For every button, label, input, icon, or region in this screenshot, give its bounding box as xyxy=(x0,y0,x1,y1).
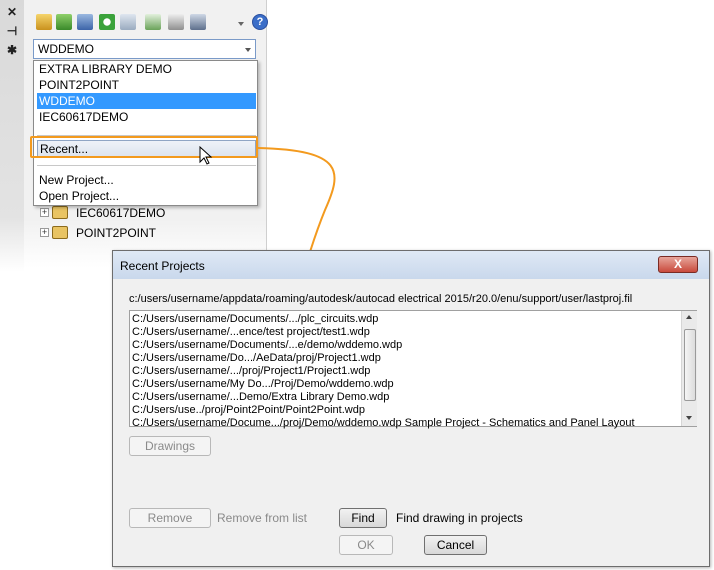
scroll-down-icon[interactable] xyxy=(686,416,692,420)
recent-projects-list[interactable]: C:/Users/username/Documents/.../plc_circ… xyxy=(129,310,697,430)
find-description: Find drawing in projects xyxy=(396,511,523,525)
list-item[interactable]: C:/Users/username/...Demo/Extra Library … xyxy=(132,391,389,404)
list-item[interactable]: C:/Users/username/Documents/.../plc_circ… xyxy=(132,313,378,326)
drawings-button[interactable]: Drawings xyxy=(129,436,211,456)
list-item[interactable]: C:/Users/username/...ence/test project/t… xyxy=(132,326,370,339)
scroll-up-icon[interactable] xyxy=(686,315,692,319)
ok-button[interactable]: OK xyxy=(339,535,393,555)
list-item[interactable]: C:/Users/use../proj/Point2Point/Point2Po… xyxy=(132,404,365,417)
list-item[interactable]: C:/Users/username/.../proj/Project1/Proj… xyxy=(132,365,370,378)
list-item[interactable]: C:/Users/username/Docume.../proj/Demo/wd… xyxy=(132,417,635,430)
vertical-scrollbar[interactable] xyxy=(681,311,697,426)
list-item[interactable]: C:/Users/username/Do.../AeData/proj/Proj… xyxy=(132,352,381,365)
mouse-cursor-icon xyxy=(199,146,213,165)
list-item[interactable]: C:/Users/username/Documents/...e/demo/wd… xyxy=(132,339,402,352)
remove-description: Remove from list xyxy=(217,511,308,525)
close-button[interactable]: X xyxy=(658,256,698,273)
dialog-title: Recent Projects xyxy=(120,259,205,273)
list-item[interactable]: C:/Users/username/My Do.../Proj/Demo/wdd… xyxy=(132,378,394,391)
recent-projects-dialog: Recent Projects X c:/users/username/appd… xyxy=(112,250,710,567)
remove-button[interactable]: Remove xyxy=(129,508,211,528)
file-path-label: c:/users/username/appdata/roaming/autode… xyxy=(129,293,633,305)
scroll-thumb[interactable] xyxy=(684,329,696,401)
find-button[interactable]: Find xyxy=(339,508,387,528)
cancel-button[interactable]: Cancel xyxy=(424,535,487,555)
title-bar[interactable]: Recent Projects X xyxy=(113,251,709,279)
